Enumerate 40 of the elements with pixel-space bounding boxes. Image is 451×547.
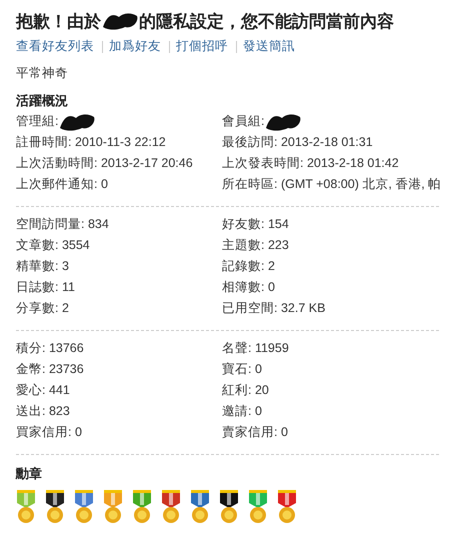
stat-info: 好友數: 154 (222, 217, 289, 232)
activity-info: 上次活動時間: 2013-2-17 20:46 (16, 156, 193, 171)
stat-info: 精華數: 3 (16, 259, 69, 274)
section-heading: 活躍概況 (16, 92, 69, 110)
activity-info: 最後訪問: 2013-2-18 01:31 (222, 135, 373, 150)
credit-info: 名聲: 11959 (222, 341, 289, 356)
signature-text: 平常神奇 (16, 65, 69, 82)
group-label: 會員組: (222, 114, 264, 129)
stat-info: 記錄數: 2 (222, 259, 275, 274)
stat-info: 空間訪問量: 834 (16, 217, 109, 232)
activity-info: 上次郵件通知: 0 (16, 177, 108, 192)
credit-info: 積分: 13766 (16, 341, 84, 356)
activity-info: 註冊時間: 2010-11-3 22:12 (16, 135, 166, 150)
credit-info: 紅利: 20 (222, 383, 269, 398)
activity-info: 上次發表時間: 2013-2-18 01:42 (222, 156, 399, 171)
credit-info: 金幣: 23736 (16, 362, 84, 377)
profile-link[interactable]: 打個招呼 (176, 38, 228, 55)
stat-info: 日誌數: 11 (16, 280, 75, 295)
credit-info: 邀請: 0 (222, 404, 262, 419)
activity-info: 所在時區: (GMT +08:00) 北京, 香港, 帕 (222, 177, 442, 192)
credit-info: 買家信用: 0 (16, 425, 82, 440)
profile-link[interactable]: 加爲好友 (109, 38, 161, 55)
credit-info: 愛心: 441 (16, 383, 70, 398)
stat-info: 相簿數: 0 (222, 280, 275, 295)
redaction-scribble (264, 112, 302, 132)
redaction-scribble (58, 112, 96, 132)
section-heading: 勳章 (16, 465, 43, 483)
credit-info: 寶石: 0 (222, 362, 262, 377)
profile-link[interactable]: 發送簡訊 (243, 38, 295, 55)
stat-info: 已用空間: 32.7 KB (222, 301, 326, 316)
stat-info: 文章數: 3554 (16, 238, 90, 253)
credit-info: 送出: 823 (16, 404, 70, 419)
credit-info: 賣家信用: 0 (222, 425, 288, 440)
stat-info: 分享數: 2 (16, 301, 69, 316)
redaction-scribble (101, 11, 139, 31)
notice-title: 的隱私設定，您不能訪問當前內容 (139, 10, 394, 32)
profile-link[interactable]: 查看好友列表 (16, 38, 94, 55)
stat-info: 主題數: 223 (222, 238, 289, 253)
group-label: 管理組: (16, 114, 58, 129)
notice-title: 抱歉！由於 (16, 10, 101, 32)
